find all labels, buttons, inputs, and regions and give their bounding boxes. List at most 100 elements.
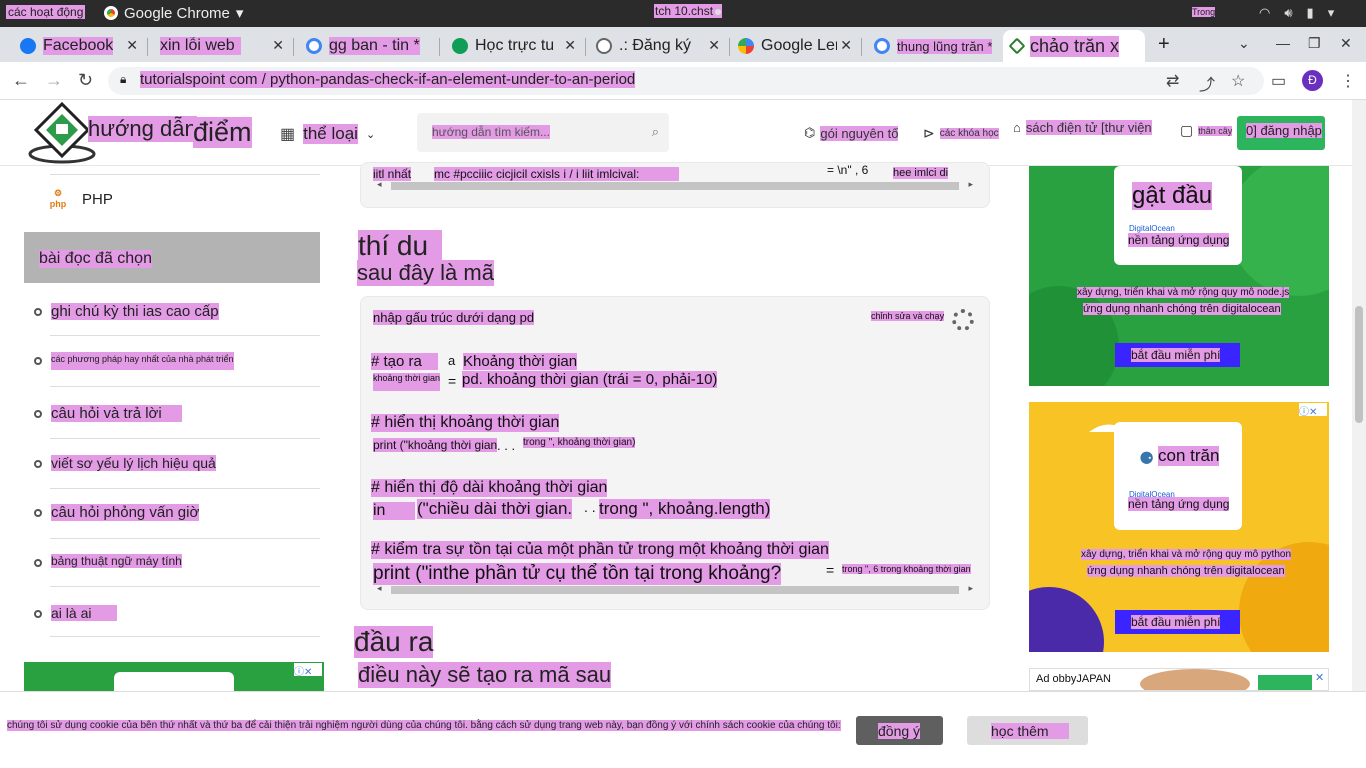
brand-text-1[interactable]: hướng dẫn <box>88 116 197 142</box>
cookie-banner: chúng tôi sử dụng cookie của bên thứ nhấ… <box>0 691 1366 768</box>
login-button[interactable]: 0] đăng nhập <box>1237 116 1325 150</box>
main-content: iitl nhất mc #pcciiic cicjicil cxisls i … <box>340 162 1012 691</box>
search-input[interactable]: hướng dẫn tìm kiếm... ⌕ <box>417 113 669 152</box>
ad-line: xây dựng, triển khai và mở rộng quy mô p… <box>1081 549 1292 560</box>
ebooks-label: sách điện tử [thư viện <box>1025 120 1152 135</box>
reload-icon[interactable]: ↻ <box>78 70 93 91</box>
more-menu-icon[interactable]: ⋮ <box>1340 71 1356 91</box>
gear-icon[interactable] <box>952 309 974 331</box>
system-tray[interactable]: ◠ 🔊︎ ▮ ▾ <box>1259 5 1334 21</box>
close-icon[interactable]: ✕ <box>272 37 284 54</box>
sidebar: ⚙ php PHP bài đọc đã chọn ghi chú kỳ thi … <box>0 166 340 692</box>
scroll-left-icon[interactable]: ◂ <box>377 583 382 594</box>
close-icon[interactable]: ✕ <box>1315 671 1324 684</box>
tab-title: Google Len <box>761 37 837 54</box>
language-indicator[interactable]: Trong <box>1192 7 1216 17</box>
ebooks-link[interactable]: ⌂ sách điện tử [thư viện <box>1013 120 1152 135</box>
close-icon[interactable]: ✕ <box>840 37 852 54</box>
code-text: ("chiều dài thời gian. <box>417 499 573 519</box>
code-horizontal-scrollbar[interactable]: ◂ ▸ <box>377 583 973 595</box>
bullet-icon <box>34 357 42 365</box>
prime-packs-link[interactable]: ⌬ gói nguyên tố <box>804 125 899 141</box>
bookmark-star-icon[interactable]: ☆ <box>1231 71 1245 91</box>
activities-button[interactable]: các hoạt động <box>6 5 86 19</box>
code-text: . . . <box>497 438 516 453</box>
sidebar-item-label: các phương pháp hay nhất của nhà phát tr… <box>51 352 234 370</box>
code-text: a <box>448 353 456 368</box>
ad-title: con trăn <box>1158 446 1220 466</box>
clock[interactable]: tch 10.chst <box>654 4 723 18</box>
tab-google-lens[interactable]: Google Len ✕ <box>730 30 860 62</box>
ad-image <box>1140 669 1250 690</box>
tab-search-icon[interactable]: ⌄ <box>1238 35 1250 52</box>
edit-run-button[interactable]: chỉnh sửa và chạy <box>871 311 945 321</box>
tab-gg-ban[interactable]: gg ban - tin * <box>298 30 438 62</box>
lock-icon[interactable]: 🔒︎ <box>120 72 126 87</box>
profile-avatar[interactable]: Đ <box>1302 70 1323 91</box>
side-panel-icon[interactable]: ▭ <box>1271 71 1286 91</box>
app-name: Google Chrome <box>124 4 230 22</box>
output-heading: đầu ra <box>354 626 434 658</box>
globe-icon <box>596 38 612 54</box>
prime-packs-icon: ⌬ <box>804 125 816 140</box>
ad-start-free-button[interactable]: bắt đầu miễn phí <box>1115 343 1240 367</box>
close-icon[interactable]: ✕ <box>564 37 576 54</box>
code-block-top: iitl nhất mc #pcciiic cicjicil cxisls i … <box>360 162 990 208</box>
code-text: . . <box>584 499 596 515</box>
brand-text-2[interactable]: điểm <box>193 117 252 148</box>
back-arrow-icon[interactable]: ← <box>12 70 30 91</box>
bullet-icon <box>34 559 42 567</box>
code-line: nhập gấu trúc dưới dạng pd <box>373 310 535 325</box>
ad-python[interactable]: ⓘ✕ ⚈ con trăn DigitalOcean nền tảng ứng … <box>1029 402 1329 652</box>
restore-icon[interactable]: ❐ <box>1308 35 1321 52</box>
ad-start-free-button[interactable]: bắt đầu miễn phí <box>1115 610 1240 634</box>
tab-title: gg ban - tin * <box>329 37 420 55</box>
scroll-left-icon[interactable]: ◂ <box>377 179 382 190</box>
sidebar-ad[interactable]: ⓘ✕ <box>24 662 324 692</box>
lens-icon <box>738 38 754 54</box>
tab-thung-lung-tran[interactable]: thung lũng trăn * <box>866 30 1000 62</box>
code-text: trong ", 6 trong khoảng thời gian <box>842 564 971 574</box>
tab-xin-loi-web[interactable]: xin lỗi web ✕ <box>152 30 292 62</box>
close-icon[interactable]: ✕ <box>126 37 138 54</box>
scroll-right-icon[interactable]: ▸ <box>968 583 973 594</box>
category-menu[interactable]: ▦ thể loại ⌄ <box>280 124 375 144</box>
code-text: print ("inthe phần tử cụ thể tồn tại tro… <box>373 563 782 585</box>
page-scrollbar[interactable] <box>1352 100 1366 691</box>
tutorialspoint-logo[interactable] <box>28 102 96 164</box>
courses-link[interactable]: ⊳ các khóa học <box>923 125 999 142</box>
chevron-down-icon: ▾ <box>235 5 244 22</box>
ad-choices-icon[interactable]: ⓘ✕ <box>294 663 322 678</box>
agree-label: đồng ý <box>878 723 921 739</box>
ad-choices-icon[interactable]: ⓘ✕ <box>1299 403 1327 418</box>
tab-facebook[interactable]: Facebook ✕ <box>12 30 146 62</box>
forward-arrow-icon[interactable]: → <box>45 70 63 91</box>
close-window-icon[interactable]: ✕ <box>1340 35 1352 52</box>
code-horizontal-scrollbar[interactable]: ◂ ▸ <box>377 179 973 191</box>
right-ad-column: gật đầu DigitalOcean nền tảng ứng dụng x… <box>1012 166 1352 691</box>
ad-line: xây dựng, triển khai và mở rộng quy mô n… <box>1077 287 1290 298</box>
url-text[interactable]: tutorialspoint com / python-pandas-check… <box>140 71 636 88</box>
chat-link[interactable]: ▢ thân cây <box>1180 122 1233 139</box>
new-tab-button[interactable]: + <box>1158 33 1170 56</box>
sidebar-item-php[interactable]: PHP <box>82 191 113 208</box>
ad-cta[interactable] <box>1258 675 1312 690</box>
share-icon[interactable]: ⤴ <box>1199 71 1215 95</box>
learn-more-button[interactable]: học thêm <box>967 716 1088 745</box>
tab-hoc-truc-tu[interactable]: Học trực tu ✕ <box>444 30 584 62</box>
agree-button[interactable]: đồng ý <box>856 716 943 745</box>
tab-dang-ky[interactable]: .: Đăng ký n ✕ <box>588 30 728 62</box>
ad-nodejs[interactable]: gật đầu DigitalOcean nền tảng ứng dụng x… <box>1029 166 1329 386</box>
facebook-icon <box>20 38 36 54</box>
tab-chao-tran[interactable]: chảo trăn x <box>1003 30 1145 62</box>
scroll-right-icon[interactable]: ▸ <box>968 179 973 190</box>
bullet-icon <box>34 460 42 468</box>
ad-hobby-japan[interactable]: Ad obbyJAPAN ✕ <box>1029 668 1329 691</box>
translate-icon[interactable]: ⇄ <box>1166 71 1179 91</box>
app-menu[interactable]: Google Chrome ▾ <box>104 4 243 22</box>
close-icon[interactable]: ✕ <box>708 37 720 54</box>
search-icon[interactable]: ⌕ <box>652 124 659 140</box>
sidebar-item-label: bảng thuật ngữ máy tính <box>51 554 182 568</box>
cookie-message: chúng tôi sử dụng cookie của bên thứ nhấ… <box>7 720 841 731</box>
minimize-icon[interactable]: — <box>1276 35 1290 51</box>
